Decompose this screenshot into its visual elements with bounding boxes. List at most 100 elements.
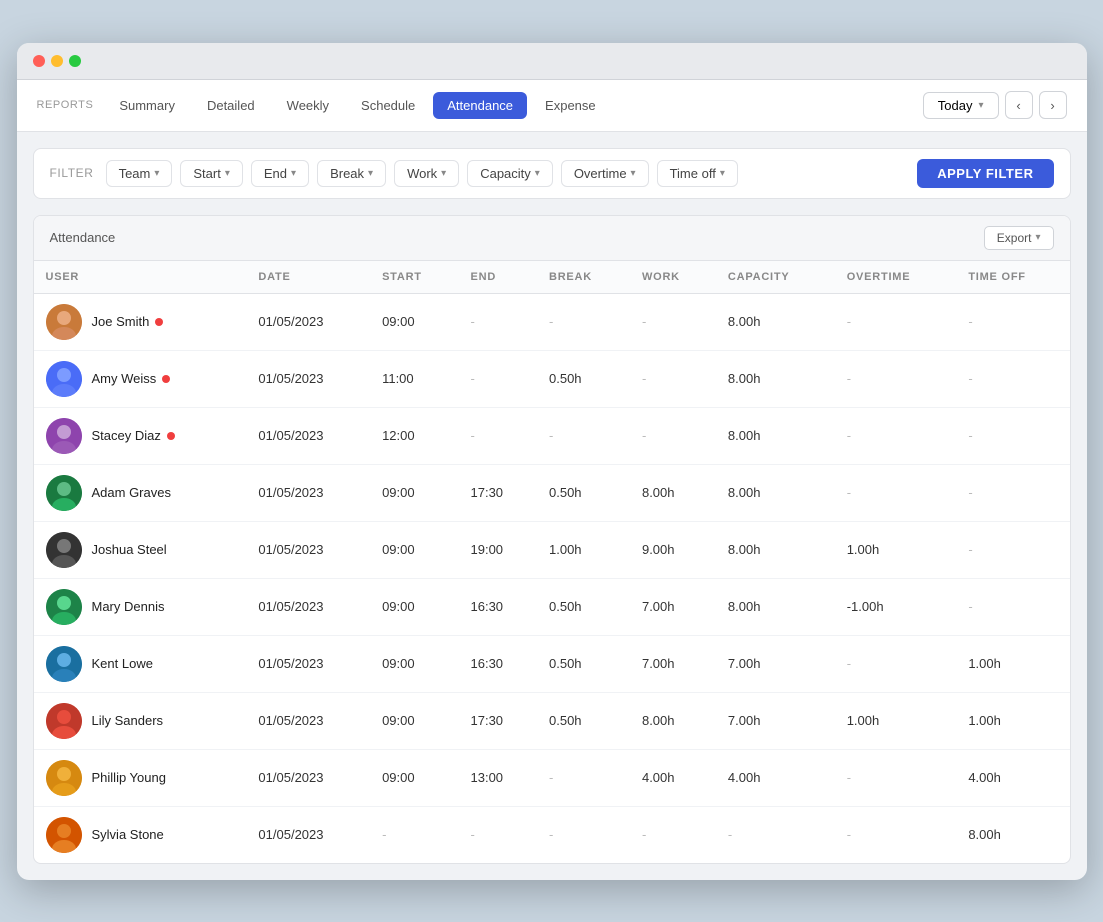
avatar [46, 646, 82, 682]
cell-user: Amy Weiss [34, 350, 247, 407]
minimize-button[interactable] [51, 55, 63, 67]
close-button[interactable] [33, 55, 45, 67]
table-header-row: USER DATE START END BREAK WORK CAPACITY … [34, 261, 1070, 294]
user-name: Lily Sanders [92, 713, 164, 728]
chevron-down-icon: ▾ [631, 168, 636, 179]
filter-start-label: Start [193, 166, 220, 181]
filter-break[interactable]: Break ▾ [317, 160, 386, 187]
cell-start: 09:00 [370, 578, 458, 635]
table-row: Adam Graves 01/05/2023 09:00 17:30 0.50h… [34, 464, 1070, 521]
avatar [46, 361, 82, 397]
cell-break: - [537, 806, 630, 863]
avatar [46, 589, 82, 625]
cell-start: 09:00 [370, 692, 458, 749]
user-name: Adam Graves [92, 485, 171, 500]
cell-start: 09:00 [370, 749, 458, 806]
avatar [46, 304, 82, 340]
cell-timeoff: 4.00h [956, 749, 1069, 806]
filter-team[interactable]: Team ▾ [106, 160, 173, 187]
cell-start: 09:00 [370, 464, 458, 521]
chevron-down-icon: ▾ [720, 168, 725, 179]
today-label: Today [938, 98, 973, 113]
cell-break: - [537, 293, 630, 350]
status-indicator [162, 375, 170, 383]
title-bar [17, 43, 1087, 80]
avatar-image [46, 418, 82, 454]
cell-work: - [630, 407, 716, 464]
nav-right: Today ▾ ‹ › [923, 91, 1067, 119]
user-name: Stacey Diaz [92, 428, 161, 443]
col-overtime: OVERTIME [835, 261, 957, 294]
cell-end: 17:30 [459, 464, 538, 521]
cell-date: 01/05/2023 [246, 350, 370, 407]
filter-bar: FILTER Team ▾ Start ▾ End ▾ Break ▾ Work… [33, 148, 1071, 199]
table-row: Phillip Young 01/05/2023 09:00 13:00 - 4… [34, 749, 1070, 806]
nav-left: REPORTS Summary Detailed Weekly Schedule… [37, 92, 610, 119]
cell-break: - [537, 407, 630, 464]
cell-date: 01/05/2023 [246, 521, 370, 578]
col-capacity: CAPACITY [716, 261, 835, 294]
cell-user: Joshua Steel [34, 521, 247, 578]
app-window: REPORTS Summary Detailed Weekly Schedule… [17, 43, 1087, 880]
table-row: Lily Sanders 01/05/2023 09:00 17:30 0.50… [34, 692, 1070, 749]
col-date: DATE [246, 261, 370, 294]
filter-end[interactable]: End ▾ [251, 160, 309, 187]
today-button[interactable]: Today ▾ [923, 92, 999, 119]
cell-timeoff: - [956, 578, 1069, 635]
cell-end: - [459, 407, 538, 464]
filter-work[interactable]: Work ▾ [394, 160, 459, 187]
tab-detailed[interactable]: Detailed [193, 92, 269, 119]
cell-user: Kent Lowe [34, 635, 247, 692]
col-break: BREAK [537, 261, 630, 294]
filter-work-label: Work [407, 166, 437, 181]
cell-overtime: 1.00h [835, 692, 957, 749]
tab-attendance[interactable]: Attendance [433, 92, 527, 119]
filter-capacity[interactable]: Capacity ▾ [467, 160, 553, 187]
cell-date: 01/05/2023 [246, 293, 370, 350]
apply-filter-button[interactable]: APPLY FILTER [917, 159, 1053, 188]
table-section-title: Attendance [50, 230, 116, 245]
tab-schedule[interactable]: Schedule [347, 92, 429, 119]
cell-break: - [537, 749, 630, 806]
filter-start[interactable]: Start ▾ [180, 160, 243, 187]
content-area: FILTER Team ▾ Start ▾ End ▾ Break ▾ Work… [17, 132, 1087, 880]
cell-overtime: 1.00h [835, 521, 957, 578]
export-button[interactable]: Export ▾ [984, 226, 1054, 250]
cell-overtime: -1.00h [835, 578, 957, 635]
cell-timeoff: 1.00h [956, 635, 1069, 692]
table-row: Amy Weiss 01/05/2023 11:00 - 0.50h - 8.0… [34, 350, 1070, 407]
user-name: Joe Smith [92, 314, 150, 329]
chevron-down-icon: ▾ [535, 168, 540, 179]
cell-user: Lily Sanders [34, 692, 247, 749]
filter-timeoff[interactable]: Time off ▾ [657, 160, 738, 187]
chevron-down-icon: ▾ [225, 168, 230, 179]
cell-user: Sylvia Stone [34, 806, 247, 863]
cell-start: 09:00 [370, 635, 458, 692]
today-chevron-icon: ▾ [978, 100, 983, 111]
prev-date-button[interactable]: ‹ [1005, 91, 1033, 119]
avatar [46, 703, 82, 739]
traffic-lights [33, 55, 81, 67]
filter-overtime[interactable]: Overtime ▾ [561, 160, 649, 187]
next-date-button[interactable]: › [1039, 91, 1067, 119]
cell-date: 01/05/2023 [246, 464, 370, 521]
export-chevron-icon: ▾ [1035, 232, 1040, 243]
cell-overtime: - [835, 635, 957, 692]
cell-work: 9.00h [630, 521, 716, 578]
cell-break: 0.50h [537, 635, 630, 692]
cell-break: 0.50h [537, 692, 630, 749]
cell-work: 7.00h [630, 635, 716, 692]
tab-expense[interactable]: Expense [531, 92, 610, 119]
cell-timeoff: 8.00h [956, 806, 1069, 863]
maximize-button[interactable] [69, 55, 81, 67]
cell-start: 09:00 [370, 293, 458, 350]
cell-end: 13:00 [459, 749, 538, 806]
cell-date: 01/05/2023 [246, 749, 370, 806]
cell-work: 7.00h [630, 578, 716, 635]
nav-label: REPORTS [37, 99, 94, 111]
cell-capacity: 4.00h [716, 749, 835, 806]
user-name: Joshua Steel [92, 542, 167, 557]
tab-weekly[interactable]: Weekly [273, 92, 343, 119]
cell-capacity: 8.00h [716, 350, 835, 407]
tab-summary[interactable]: Summary [105, 92, 189, 119]
